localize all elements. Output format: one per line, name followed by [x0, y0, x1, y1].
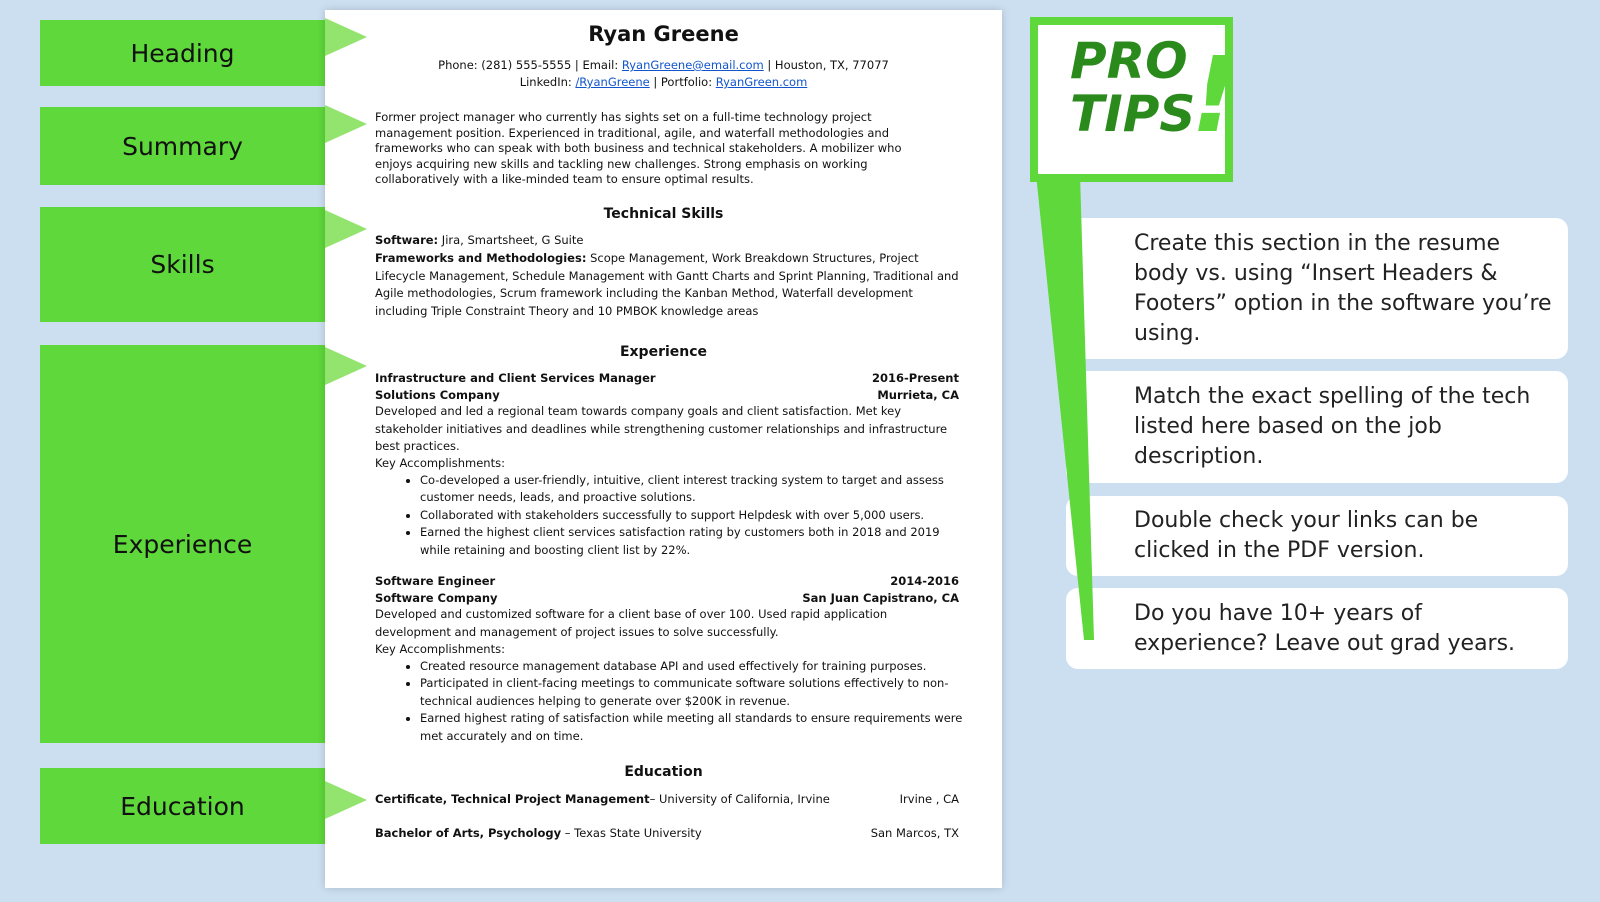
pro-tips-line-1: Pro: [1070, 32, 1188, 90]
job-title: Software Engineer: [375, 574, 496, 588]
contact-line-2: LinkedIn: /RyanGreene | Portfolio: RyanG…: [325, 75, 1002, 89]
job-title: Infrastructure and Client Services Manag…: [375, 371, 656, 385]
tip-card-4: Do you have 10+ years of experience? Lea…: [1066, 588, 1568, 669]
education-heading: Education: [624, 764, 703, 780]
edu-location: San Marcos, TX: [870, 826, 959, 840]
job-1-bullets: Co-developed a user-friendly, intuitive,…: [375, 472, 965, 559]
job-1-description: Developed and led a regional team toward…: [375, 404, 948, 454]
job-location: Murrieta, CA: [877, 388, 959, 402]
tip-text: Match the exact spelling of the tech lis…: [1134, 384, 1531, 469]
section-label-skills: Skills: [150, 250, 215, 279]
pointer-experience-icon: [325, 347, 367, 385]
contact-phone: Phone: (281) 555-5555 | Email:: [438, 58, 622, 72]
list-item: Created resource management database API…: [420, 658, 965, 675]
job-company: Solutions Company: [375, 388, 500, 402]
section-band-heading: Heading: [40, 20, 325, 86]
job-2-bullets: Created resource management database API…: [375, 658, 965, 745]
section-band-skills: Skills: [40, 207, 325, 322]
job-2-accomplishments-label: Key Accomplishments:: [375, 642, 505, 656]
job-dates: 2014-2016: [890, 574, 959, 588]
tip-card-1: Create this section in the resume body v…: [1066, 218, 1568, 359]
section-label-education: Education: [120, 791, 245, 821]
degree: Certificate, Technical Project Managemen…: [375, 792, 650, 806]
job-2-description: Developed and customized software for a …: [375, 607, 888, 639]
pro-tips-line-2: Tips: [1070, 85, 1196, 143]
pointer-heading-icon: [325, 18, 367, 56]
software-value: Jira, Smartsheet, G Suite: [438, 233, 584, 247]
email-link[interactable]: RyanGreene@email.com: [622, 58, 764, 72]
list-item: Co-developed a user-friendly, intuitive,…: [420, 472, 965, 507]
summary-text: Former project manager who currently has…: [375, 110, 902, 187]
job-location: San Juan Capistrano, CA: [802, 591, 959, 605]
school: – University of California, Irvine: [649, 792, 830, 806]
education-row-2: Bachelor of Arts, Psychology – Texas Sta…: [375, 826, 959, 840]
skills-software: Software: Jira, Smartsheet, G Suite: [375, 232, 965, 250]
section-band-summary: Summary: [40, 107, 325, 185]
job-2-title-row: Software Engineer 2014-2016: [375, 574, 959, 588]
job-1-accomplishments-label: Key Accomplishments:: [375, 456, 505, 470]
skills-heading: Technical Skills: [603, 206, 724, 222]
linkedin-label: LinkedIn:: [519, 75, 576, 89]
pro-tips-title: Pro Tips: [1070, 35, 1195, 141]
tip-text: Double check your links can be clicked i…: [1134, 508, 1479, 563]
tip-text: Do you have 10+ years of experience? Lea…: [1134, 600, 1516, 656]
exclamation-icon: !: [1191, 34, 1239, 156]
tip-card-2: Match the exact spelling of the tech lis…: [1066, 371, 1568, 483]
list-item: Participated in client-facing meetings t…: [420, 675, 965, 710]
pointer-education-icon: [325, 781, 367, 819]
list-item: Earned highest rating of satisfaction wh…: [420, 710, 965, 745]
skills-frameworks: Frameworks and Methodologies: Scope Mana…: [375, 250, 965, 320]
contact-line-1: Phone: (281) 555-5555 | Email: RyanGreen…: [325, 58, 1002, 72]
portfolio-label: | Portfolio:: [649, 75, 716, 89]
contact-location: | Houston, TX, 77077: [763, 58, 889, 72]
resume-name: Ryan Greene: [588, 22, 739, 46]
portfolio-link[interactable]: RyanGreen.com: [716, 75, 808, 89]
degree: Bachelor of Arts, Psychology: [375, 826, 562, 840]
job-1-title-row: Infrastructure and Client Services Manag…: [375, 371, 959, 385]
education-row-1: Certificate, Technical Project Managemen…: [375, 792, 959, 806]
linkedin-link[interactable]: /RyanGreene: [575, 75, 649, 89]
section-label-experience: Experience: [112, 529, 253, 559]
job-dates: 2016-Present: [871, 371, 959, 385]
job-2-company-row: Software Company San Juan Capistrano, CA: [375, 591, 959, 605]
frameworks-label: Frameworks and Methodologies:: [375, 251, 587, 265]
school: – Texas State University: [561, 826, 702, 840]
edu-location: Irvine , CA: [899, 792, 959, 806]
list-item: Collaborated with stakeholders successfu…: [420, 507, 965, 524]
sign-pole-icon: [1036, 174, 1094, 640]
software-label: Software:: [375, 233, 439, 247]
resume-page: Ryan Greene Phone: (281) 555-5555 | Emai…: [325, 10, 1002, 888]
list-item: Earned the highest client services satis…: [420, 524, 965, 559]
section-label-summary: Summary: [122, 131, 243, 161]
experience-heading: Experience: [619, 344, 708, 360]
section-band-education: Education: [40, 768, 325, 844]
section-band-experience: Experience: [40, 345, 325, 743]
job-1-company-row: Solutions Company Murrieta, CA: [375, 388, 959, 402]
pointer-skills-icon: [325, 210, 367, 248]
tip-text: Create this section in the resume body v…: [1134, 230, 1552, 346]
job-company: Software Company: [375, 591, 498, 605]
pointer-summary-icon: [325, 105, 367, 143]
section-label-heading: Heading: [130, 38, 235, 68]
tip-card-3: Double check your links can be clicked i…: [1066, 496, 1568, 576]
